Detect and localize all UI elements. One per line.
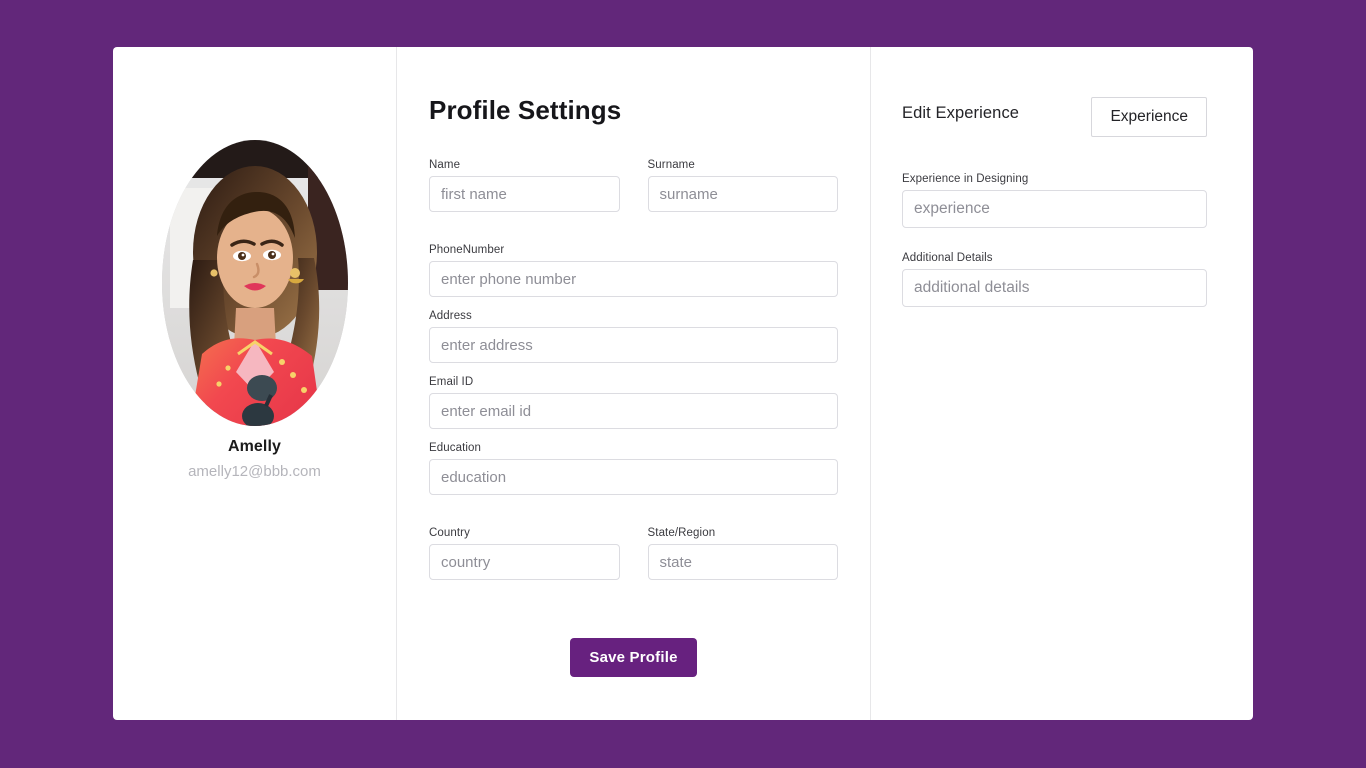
experience-designing-input[interactable]: [902, 190, 1207, 228]
additional-details-label: Additional Details: [902, 252, 993, 264]
app-root: Amelly amelly12@bbb.com Profile Settings…: [0, 0, 1366, 768]
user-photo-portrait-icon: [161, 140, 348, 426]
education-label: Education: [429, 442, 482, 454]
address-label: Address: [429, 310, 472, 322]
edit-experience-panel: Edit Experience Experience Experience in…: [871, 47, 1253, 720]
field-name: Name: [429, 159, 620, 212]
profile-settings-card: Amelly amelly12@bbb.com Profile Settings…: [113, 47, 1253, 720]
surname-input[interactable]: [647, 176, 838, 212]
field-email: Email ID: [429, 376, 838, 429]
experience-header: Edit Experience Experience: [902, 97, 1207, 137]
save-row: Save Profile: [429, 638, 838, 677]
country-input[interactable]: [429, 544, 620, 580]
country-label: Country: [429, 527, 470, 539]
phone-label: PhoneNumber: [429, 244, 505, 256]
profile-email: amelly12@bbb.com: [188, 463, 321, 480]
name-row: Name Surname: [429, 159, 838, 225]
field-surname: Surname: [647, 159, 838, 212]
experience-designing-label: Experience in Designing: [902, 173, 1029, 185]
name-input[interactable]: [429, 176, 620, 212]
save-profile-button[interactable]: Save Profile: [570, 638, 697, 677]
email-input[interactable]: [429, 393, 838, 429]
field-state: State/Region: [647, 527, 838, 580]
page-title: Profile Settings: [429, 95, 622, 125]
location-row: Country State/Region: [429, 527, 838, 593]
avatar: [161, 140, 348, 426]
education-input[interactable]: [429, 459, 838, 495]
surname-label: Surname: [647, 159, 695, 171]
phone-input[interactable]: [429, 261, 838, 297]
profile-summary-panel: Amelly amelly12@bbb.com: [113, 47, 397, 720]
field-phone: PhoneNumber: [429, 244, 838, 297]
field-education: Education: [429, 442, 838, 495]
field-country: Country: [429, 527, 620, 580]
profile-settings-form: Profile Settings Name Surname PhoneNumbe…: [397, 47, 871, 720]
field-address: Address: [429, 310, 838, 363]
state-input[interactable]: [647, 544, 838, 580]
additional-details-input[interactable]: [902, 269, 1207, 307]
experience-button[interactable]: Experience: [1091, 97, 1207, 137]
address-input[interactable]: [429, 327, 838, 363]
name-label: Name: [429, 159, 461, 171]
state-label: State/Region: [647, 527, 716, 539]
field-experience-designing: Experience in Designing: [902, 173, 1207, 228]
experience-title: Edit Experience: [902, 104, 1020, 122]
field-additional-details: Additional Details: [902, 252, 1207, 307]
profile-name: Amelly: [227, 438, 282, 455]
email-label: Email ID: [429, 376, 474, 388]
